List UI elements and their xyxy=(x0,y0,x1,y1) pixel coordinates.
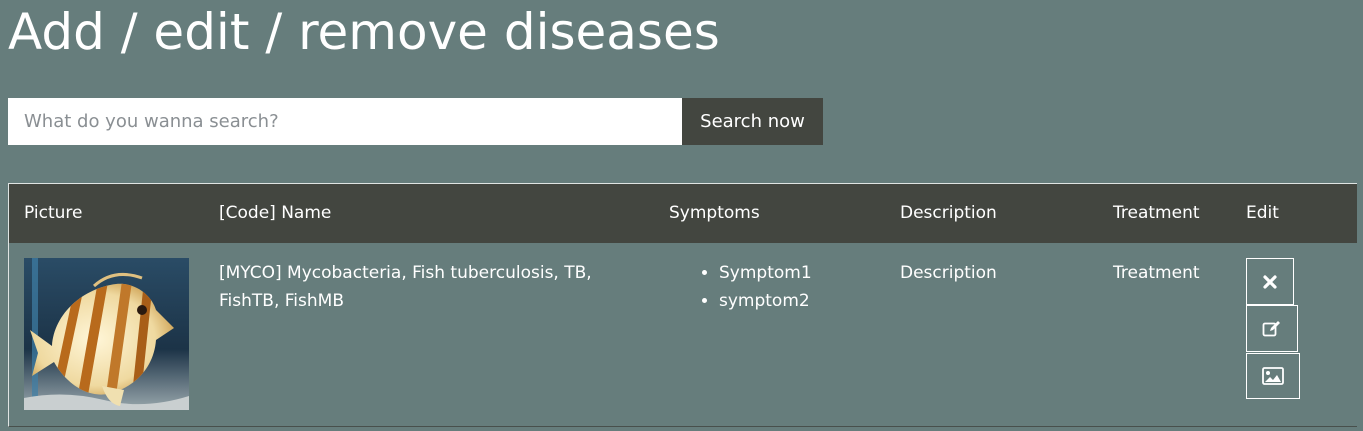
search-bar: Search now xyxy=(8,98,823,145)
symptoms-list: Symptom1 symptom2 xyxy=(669,259,812,315)
fish-image xyxy=(24,258,189,410)
header-code-name: [Code] Name xyxy=(219,203,332,223)
edit-icon xyxy=(1262,320,1280,336)
edit-button[interactable] xyxy=(1246,305,1298,352)
list-item: Symptom1 xyxy=(719,259,812,287)
image-button[interactable] xyxy=(1246,353,1300,399)
image-icon xyxy=(1262,367,1284,385)
delete-icon xyxy=(1263,274,1277,289)
diseases-table: Picture [Code] Name Symptoms Description… xyxy=(8,183,1357,427)
header-treatment: Treatment xyxy=(1113,203,1200,223)
header-description: Description xyxy=(900,203,997,223)
list-item: symptom2 xyxy=(719,287,812,315)
header-edit: Edit xyxy=(1246,203,1279,223)
disease-picture xyxy=(24,258,189,410)
disease-description: Description xyxy=(900,263,997,283)
table-header: Picture [Code] Name Symptoms Description… xyxy=(9,184,1357,243)
header-symptoms: Symptoms xyxy=(669,203,760,223)
search-input[interactable] xyxy=(8,98,682,145)
disease-name: [MYCO] Mycobacteria, Fish tuberculosis, … xyxy=(219,263,592,311)
page-title: Add / edit / remove diseases xyxy=(8,3,720,61)
header-picture: Picture xyxy=(24,203,83,223)
disease-treatment: Treatment xyxy=(1113,263,1200,283)
search-now-button[interactable]: Search now xyxy=(682,98,823,145)
delete-button[interactable] xyxy=(1246,258,1294,305)
